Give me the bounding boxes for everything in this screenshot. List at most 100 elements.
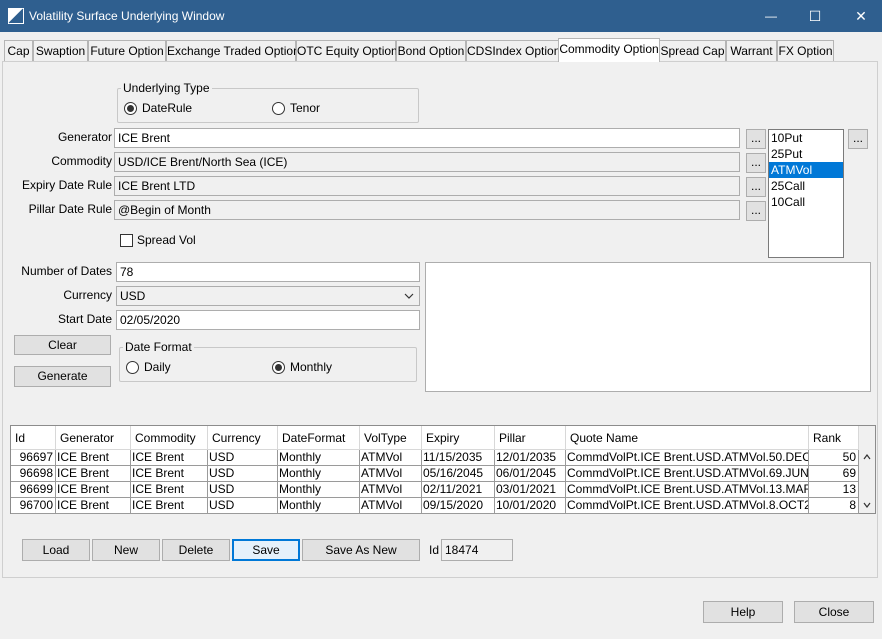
cell-rank[interactable]: 69 — [809, 466, 859, 482]
tab-bond-option[interactable]: Bond Option — [396, 40, 466, 61]
column-header-commodity[interactable]: Commodity — [131, 426, 208, 450]
spread-vol-checkbox[interactable] — [120, 233, 133, 247]
cell-id[interactable]: 96699 — [11, 482, 56, 498]
cell-id[interactable]: 96697 — [11, 450, 56, 466]
cell-currency[interactable]: USD — [208, 482, 278, 498]
pillar-list-browse-button[interactable]: ... — [848, 129, 868, 149]
monthly-radio[interactable] — [272, 360, 285, 374]
cell-currency[interactable]: USD — [208, 466, 278, 482]
tab-otc-equity-option[interactable]: OTC Equity Option — [296, 40, 398, 61]
cell-quote-name[interactable]: CommdVolPt.ICE Brent.USD.ATMVol.50.DEC35 — [566, 450, 809, 466]
pillar-date-rule-browse-button[interactable]: ... — [746, 201, 766, 221]
load-button[interactable]: Load — [22, 539, 90, 561]
cell-voltype[interactable]: ATMVol — [360, 482, 422, 498]
start-date-field[interactable]: 02/05/2020 — [116, 310, 420, 330]
generate-button[interactable]: Generate — [14, 366, 111, 387]
cell-id[interactable]: 96700 — [11, 498, 56, 514]
cell-pillar[interactable]: 06/01/2045 — [495, 466, 566, 482]
cell-dateformat[interactable]: Monthly — [278, 466, 360, 482]
cell-expiry[interactable]: 11/15/2035 — [422, 450, 495, 466]
cell-currency[interactable]: USD — [208, 498, 278, 514]
list-item[interactable]: 10Put — [769, 130, 843, 146]
clear-button[interactable]: Clear — [14, 335, 111, 355]
monthly-radio-option[interactable]: Monthly — [272, 360, 332, 374]
maximize-button[interactable]: ☐ — [792, 0, 838, 32]
preview-area[interactable] — [425, 262, 871, 392]
cell-commodity[interactable]: ICE Brent — [131, 482, 208, 498]
minimize-button[interactable]: — — [748, 0, 794, 32]
table-row[interactable]: 96699 ICE Brent ICE Brent USD Monthly ATMVol 0… — [11, 482, 859, 498]
column-header-rank[interactable]: Rank — [809, 426, 859, 450]
cell-currency[interactable]: USD — [208, 450, 278, 466]
save-button[interactable]: Save — [232, 539, 300, 561]
tab-future-option[interactable]: Future Option — [88, 40, 166, 61]
list-item[interactable]: ATMVol — [769, 162, 843, 178]
cell-expiry[interactable]: 02/11/2021 — [422, 482, 495, 498]
column-header-id[interactable]: Id — [11, 426, 56, 450]
column-header-generator[interactable]: Generator — [56, 426, 131, 450]
tab-warrant[interactable]: Warrant — [726, 40, 777, 61]
table-row[interactable]: 96697 ICE Brent ICE Brent USD Monthly ATMVol 1… — [11, 450, 859, 466]
new-button[interactable]: New — [92, 539, 160, 561]
currency-select[interactable]: USD — [116, 286, 420, 306]
cell-generator[interactable]: ICE Brent — [56, 482, 131, 498]
commodity-field[interactable]: USD/ICE Brent/North Sea (ICE) — [114, 152, 740, 172]
expiry-date-rule-browse-button[interactable]: ... — [746, 177, 766, 197]
commodity-browse-button[interactable]: ... — [746, 153, 766, 173]
column-header-expiry[interactable]: Expiry — [422, 426, 495, 450]
cell-voltype[interactable]: ATMVol — [360, 498, 422, 514]
number-of-dates-field[interactable]: 78 — [116, 262, 420, 282]
cell-voltype[interactable]: ATMVol — [360, 466, 422, 482]
table-row[interactable]: 96700 ICE Brent ICE Brent USD Monthly ATMVol 0… — [11, 498, 859, 514]
column-header-quote-name[interactable]: Quote Name — [566, 426, 809, 450]
tab-swaption[interactable]: Swaption — [33, 40, 88, 61]
table-row[interactable]: 96698 ICE Brent ICE Brent USD Monthly ATMVol 0… — [11, 466, 859, 482]
close-window-button[interactable]: ✕ — [838, 0, 882, 32]
pillar-date-rule-field[interactable]: @Begin of Month — [114, 200, 740, 220]
delete-button[interactable]: Delete — [162, 539, 230, 561]
cell-quote-name[interactable]: CommdVolPt.ICE Brent.USD.ATMVol.69.JUN45 — [566, 466, 809, 482]
help-button[interactable]: Help — [703, 601, 783, 623]
pillar-list[interactable]: 10Put 25Put ATMVol 25Call 10Call — [768, 129, 844, 258]
cell-generator[interactable]: ICE Brent — [56, 450, 131, 466]
cell-expiry[interactable]: 05/16/2045 — [422, 466, 495, 482]
column-header-currency[interactable]: Currency — [208, 426, 278, 450]
cell-expiry[interactable]: 09/15/2020 — [422, 498, 495, 514]
cell-dateformat[interactable]: Monthly — [278, 498, 360, 514]
cell-id[interactable]: 96698 — [11, 466, 56, 482]
close-button[interactable]: Close — [794, 601, 874, 623]
tab-fx-option[interactable]: FX Option — [777, 40, 834, 61]
cell-commodity[interactable]: ICE Brent — [131, 466, 208, 482]
cell-commodity[interactable]: ICE Brent — [131, 498, 208, 514]
tenor-radio[interactable] — [272, 101, 285, 115]
daily-radio[interactable] — [126, 360, 139, 374]
cell-generator[interactable]: ICE Brent — [56, 466, 131, 482]
cell-pillar[interactable]: 03/01/2021 — [495, 482, 566, 498]
daily-radio-option[interactable]: Daily — [126, 360, 171, 374]
save-as-new-button[interactable]: Save As New — [302, 539, 420, 561]
cell-quote-name[interactable]: CommdVolPt.ICE Brent.USD.ATMVol.13.MAR21 — [566, 482, 809, 498]
column-header-voltype[interactable]: VolType — [360, 426, 422, 450]
list-item[interactable]: 10Call — [769, 194, 843, 210]
list-item[interactable]: 25Call — [769, 178, 843, 194]
cell-quote-name[interactable]: CommdVolPt.ICE Brent.USD.ATMVol.8.OCT20 — [566, 498, 809, 514]
tenor-radio-option[interactable]: Tenor — [272, 101, 320, 115]
vertical-scrollbar[interactable] — [859, 426, 875, 513]
cell-dateformat[interactable]: Monthly — [278, 482, 360, 498]
tab-exchange-traded-option[interactable]: Exchange Traded Option — [166, 40, 300, 61]
cell-rank[interactable]: 8 — [809, 498, 859, 514]
cell-generator[interactable]: ICE Brent — [56, 498, 131, 514]
expiry-date-rule-field[interactable]: ICE Brent LTD — [114, 176, 740, 196]
column-header-dateformat[interactable]: DateFormat — [278, 426, 360, 450]
cell-commodity[interactable]: ICE Brent — [131, 450, 208, 466]
cell-voltype[interactable]: ATMVol — [360, 450, 422, 466]
daterule-radio[interactable] — [124, 101, 137, 115]
cell-pillar[interactable]: 12/01/2035 — [495, 450, 566, 466]
scroll-up-icon[interactable] — [863, 454, 871, 460]
results-table[interactable]: Id Generator Commodity Currency DateForm… — [10, 425, 876, 514]
spread-vol-option[interactable]: Spread Vol — [120, 233, 196, 247]
tab-cap[interactable]: Cap — [4, 40, 33, 61]
generator-field[interactable]: ICE Brent — [114, 128, 740, 148]
generator-browse-button[interactable]: ... — [746, 129, 766, 149]
cell-dateformat[interactable]: Monthly — [278, 450, 360, 466]
